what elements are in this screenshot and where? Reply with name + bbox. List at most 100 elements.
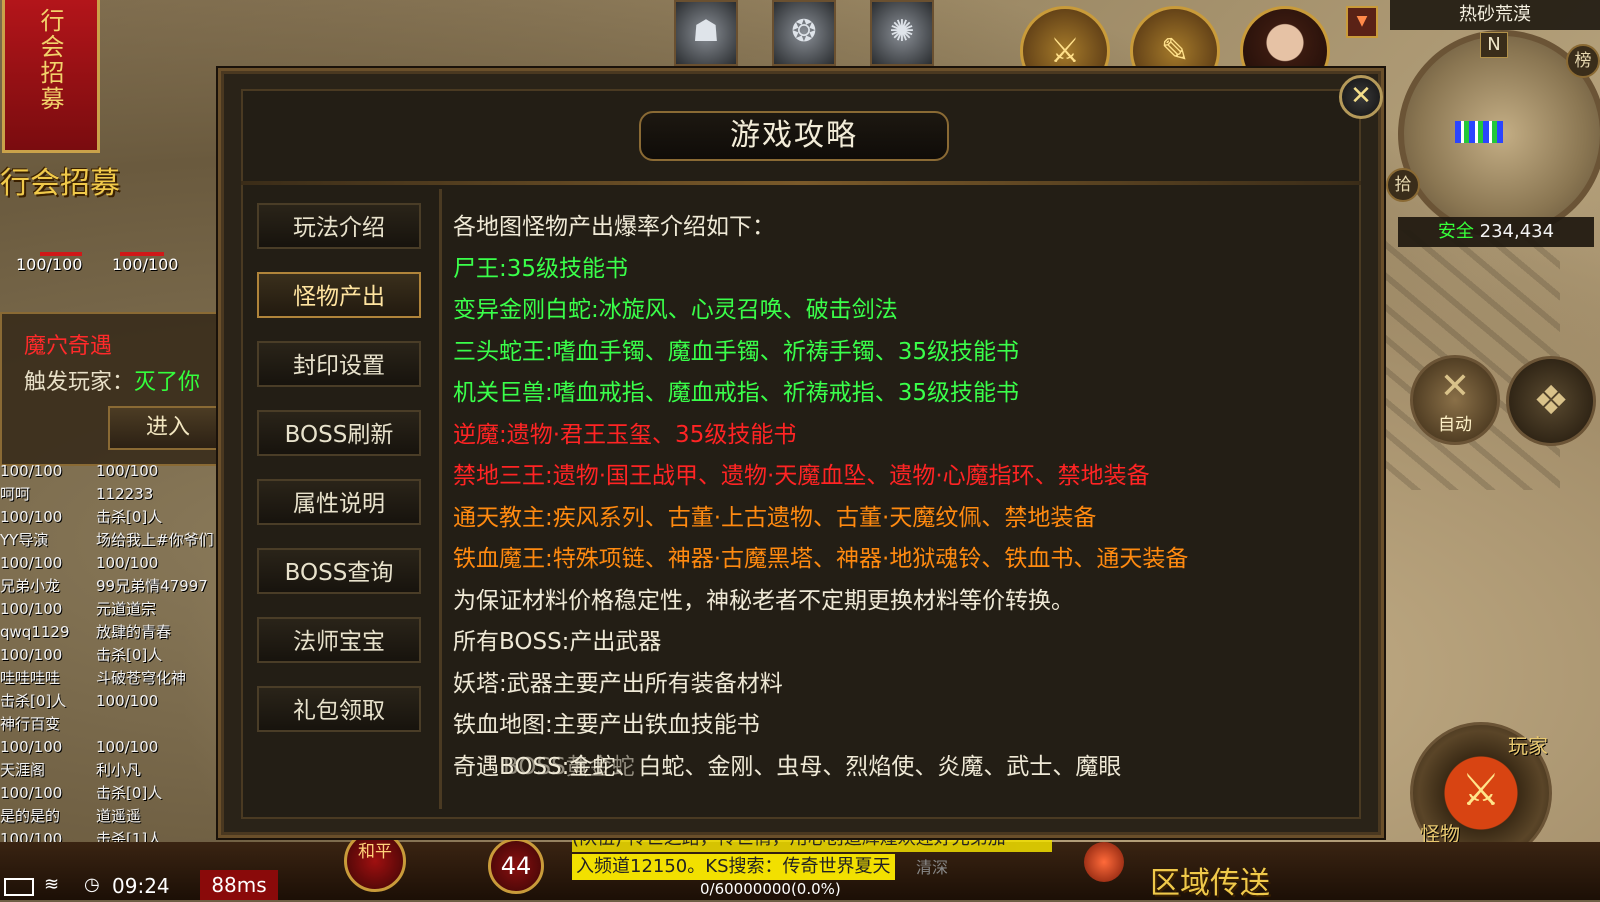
guild-recruit-label[interactable]: 行会招募	[0, 158, 120, 202]
player-row[interactable]: 击杀[0]人 100/100	[0, 690, 222, 713]
map-name: 热砂荒漠	[1390, 0, 1600, 30]
player-row[interactable]: YY导演 场给我上#你爷们	[0, 529, 222, 552]
player-cell: 112233	[96, 485, 154, 503]
enter-button[interactable]: 进入	[108, 406, 228, 450]
player-cell: 100/100	[96, 738, 159, 756]
attack-mode-player[interactable]: 玩家	[1508, 730, 1548, 759]
player-cell: 放肆的青春	[96, 623, 172, 641]
guide-line: 为保证材料价格稳定性，神秘老者不定期更换材料等价转换。	[453, 581, 1353, 623]
battery-icon	[4, 878, 34, 896]
player-row[interactable]: 呵呵 112233	[0, 483, 222, 506]
player-cell: 是的是的	[0, 807, 61, 825]
player-row[interactable]: 100/100 元道道宗	[0, 598, 222, 621]
player-row[interactable]: qwq1129 放肆的青春	[0, 621, 222, 644]
player-cell: 哇哇哇哇	[0, 669, 61, 687]
main-menu-button[interactable]: ❖	[1506, 356, 1596, 446]
player-cell: 100/100	[0, 784, 63, 802]
guild-recruit-banner[interactable]: 行会招募	[2, 0, 100, 153]
gourd-icon[interactable]	[1084, 842, 1124, 882]
player-cell: 100/100	[96, 554, 159, 572]
player-cell: qwq1129	[0, 623, 70, 641]
collapse-icon[interactable]: ▼	[1346, 6, 1378, 38]
guide-line-text: 各地图怪物产出爆率介绍如下：	[453, 214, 775, 240]
player-cell: 斗破苍穹化神	[96, 669, 187, 687]
player-row[interactable]: 100/100 100/100	[0, 736, 222, 759]
guide-line-text: 尸王:35级技能书	[453, 255, 629, 282]
shield-skill-icon: ❂	[791, 14, 817, 49]
guide-line: 铁血魔王:特殊项链、神器·古魔黑塔、神器·地狱魂铃、铁血书、通天装备	[453, 539, 1353, 581]
body-icon: ☗	[692, 14, 720, 49]
region-teleport-label[interactable]: 区域传送	[1150, 858, 1270, 902]
guide-line-text: 三头蛇王:嗜血手镯、魔血手镯、祈祷手镯、35级技能书	[453, 338, 1020, 365]
tab-2[interactable]: 封印设置	[257, 341, 421, 387]
guide-line-text: 铁血地图:主要产出铁血技能书	[453, 712, 760, 738]
tab-7[interactable]: 礼包领取	[257, 686, 421, 732]
pickup-button[interactable]: 拾	[1386, 168, 1420, 202]
player-row[interactable]: 100/100 100/100	[0, 460, 222, 483]
skill-slot-1[interactable]: ☗	[674, 0, 738, 66]
coordinates: 234,434	[1479, 221, 1555, 242]
ranking-button[interactable]: 榜	[1566, 44, 1600, 78]
player-row[interactable]: 100/100 击杀[0]人	[0, 782, 222, 805]
player-cell: 100/100	[96, 692, 159, 710]
guide-line: 铁血地图:主要产出铁血技能书	[453, 705, 1353, 747]
skill-slot-2[interactable]: ❂	[772, 0, 836, 66]
game-guide-dialog: 游戏攻略 ✕ 玩法介绍 怪物产出 封印设置 BOSS刷新 属性说明 BOSS查询 法师宝宝礼…	[218, 68, 1384, 838]
player-cell: 100/100	[0, 738, 63, 756]
player-cell: 兄弟小龙	[0, 577, 61, 595]
skill-slot-3[interactable]: ✺	[870, 0, 934, 66]
player-row[interactable]: 100/100 100/100	[0, 552, 222, 575]
menu-grid-icon: ❖	[1533, 378, 1569, 424]
tab-0[interactable]: 玩法介绍	[257, 203, 421, 249]
spirit-skill-icon: ✺	[889, 14, 915, 49]
player-row[interactable]: 是的是的 道遥遥	[0, 805, 222, 828]
player-row[interactable]: 兄弟小龙 99兄弟情47997	[0, 575, 222, 598]
tab-4[interactable]: 属性说明	[257, 479, 421, 525]
device-time: 09:24	[112, 874, 170, 898]
player-cell: 呵呵	[0, 485, 31, 503]
auto-label: 自动	[1438, 415, 1472, 435]
guide-line-overlay: BOSS黄金蛇	[503, 753, 635, 780]
player-cell: 100/100	[0, 462, 63, 480]
tab-1[interactable]: 怪物产出	[257, 272, 421, 318]
player-row[interactable]: 哇哇哇哇 斗破苍穹化神	[0, 667, 222, 690]
nearby-hp-row: 100/100 100/100	[0, 255, 220, 274]
guide-line: 变异金刚白蛇:冰旋风、心灵召唤、破击剑法	[453, 290, 1353, 332]
tab-6[interactable]: 法师宝宝	[257, 617, 421, 663]
player-cell: 天涯阁	[0, 761, 46, 779]
player-cell: 100/100	[96, 462, 159, 480]
player-row[interactable]: 100/100 击杀[0]人	[0, 644, 222, 667]
wifi-icon: ≋	[44, 874, 60, 895]
event-trigger: 触发玩家：灭了你	[24, 364, 200, 396]
sword-icon: ⚔	[1461, 765, 1501, 816]
player-cell: 100/100	[0, 554, 63, 572]
chat-message: 入频道12150。KS搜索：传奇世界夏天	[572, 854, 895, 880]
player-marker	[1455, 121, 1503, 143]
player-cell: 击杀[0]人	[0, 692, 67, 710]
guide-line: 所有BOSS:产出武器	[453, 622, 1353, 664]
guide-line-text: 变异金刚白蛇:冰旋风、心灵召唤、破击剑法	[453, 297, 898, 323]
tab-3[interactable]: BOSS刷新	[257, 410, 421, 456]
compass-north-icon: N	[1480, 32, 1508, 58]
guide-line: 奇遇BOSS:金蛇、白蛇、金刚、虫母、烈焰使、炎魔、武士、魔眼 BOSS黄金蛇	[453, 747, 1353, 789]
guide-line-text: 禁地三王:遗物·国王战甲、遗物·天魔血坠、遗物·心魔指环、禁地装备	[453, 463, 1150, 489]
player-row[interactable]: 天涯阁 利小凡	[0, 759, 222, 782]
player-cell: 利小凡	[96, 761, 142, 779]
hp-value: 100/100	[112, 255, 179, 274]
guide-line-text: 机关巨兽:嗜血戒指、魔血戒指、祈祷戒指、35级技能书	[453, 380, 1020, 406]
close-icon[interactable]: ✕	[1339, 75, 1383, 119]
player-cell: YY导演	[0, 531, 49, 549]
nearby-players-list: 100/100 100/100 呵呵 112233 100/100 击杀[0]人 YY导演 场…	[0, 460, 222, 880]
pk-mode-button[interactable]: 和平	[344, 830, 406, 892]
guide-line-text: 所有BOSS:产出武器	[453, 629, 662, 655]
auto-battle-button[interactable]: ✕ 自动	[1410, 355, 1500, 445]
player-cell: 元道道宗	[96, 600, 157, 618]
player-row[interactable]: 100/100 击杀[0]人	[0, 506, 222, 529]
safe-zone-label: 安全	[1437, 221, 1474, 242]
tab-5[interactable]: BOSS查询	[257, 548, 421, 594]
player-row[interactable]: 神行百变	[0, 713, 222, 736]
player-cell: 100/100	[0, 600, 63, 618]
guide-line-text: 妖塔:武器主要产出所有装备材料	[453, 670, 783, 697]
chat-tail-text: 清深	[916, 858, 949, 877]
guide-line: 三头蛇王:嗜血手镯、魔血手镯、祈祷手镯、35级技能书	[453, 332, 1353, 374]
